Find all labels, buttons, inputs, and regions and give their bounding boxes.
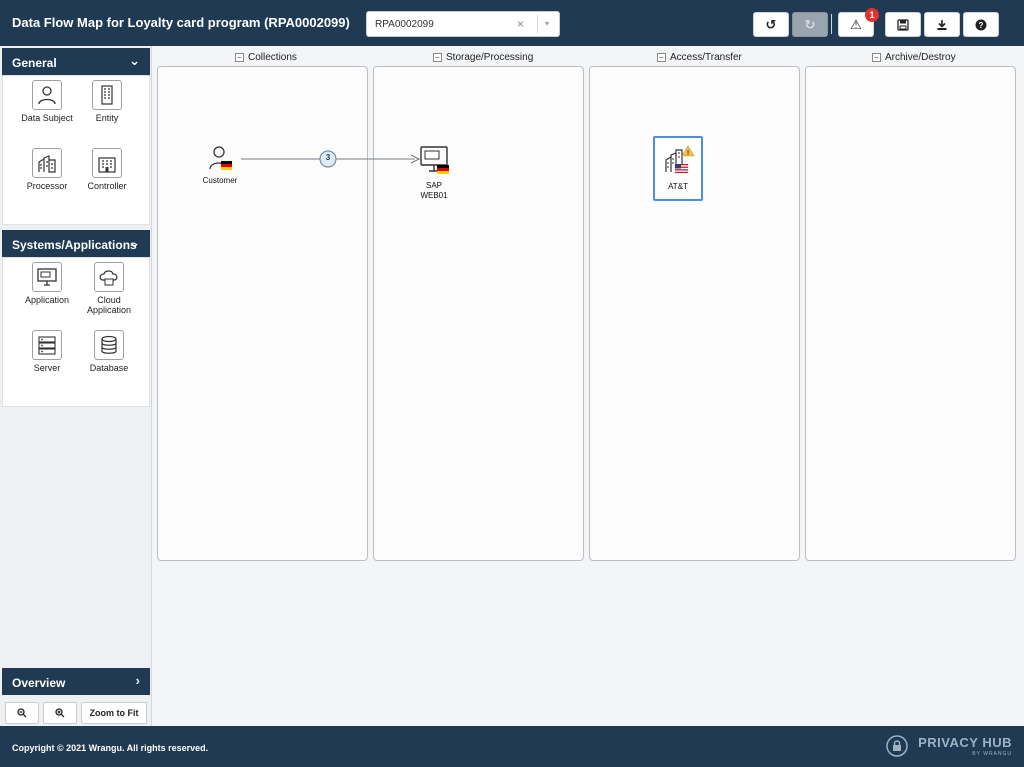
monitor-icon [32, 262, 62, 292]
zoom-out-button[interactable] [5, 702, 39, 724]
cloud-icon [94, 262, 124, 292]
building-icon [92, 80, 122, 110]
chevron-right-icon: › [135, 673, 140, 688]
chevron-down-icon: ⌄ [129, 235, 140, 250]
warning-icon: ⚠ [850, 16, 862, 32]
palette-label: Entity [95, 113, 119, 123]
brand-name: PRIVACY HUB [918, 735, 1012, 750]
person-icon [209, 146, 232, 170]
palette-item-application[interactable]: Application [17, 262, 77, 305]
redo-button[interactable]: ↻ [792, 12, 828, 37]
app-footer: Copyright © 2021 Wrangu. All rights rese… [0, 726, 1024, 767]
person-icon [32, 80, 62, 110]
palette-item-database[interactable]: Database [79, 330, 139, 373]
database-icon [94, 330, 124, 360]
brand-subtitle: BY WRANGU [972, 751, 1012, 757]
download-icon [937, 19, 947, 30]
factory-icon [32, 148, 62, 178]
node-att[interactable]: ! AT&T [653, 136, 703, 201]
undo-button[interactable]: ↺ [753, 12, 789, 37]
help-button[interactable]: ? [963, 12, 999, 37]
palette-item-entity[interactable]: Entity [77, 80, 137, 123]
zoom-to-fit-button[interactable]: Zoom to Fit [81, 702, 147, 724]
app-header: Data Flow Map for Loyalty card program (… [0, 0, 1024, 46]
chevron-down-icon: ⌄ [129, 53, 140, 68]
redo-icon: ↻ [804, 16, 816, 32]
node-sap-web01[interactable]: SAP WEB01 [409, 145, 459, 200]
help-icon: ? [975, 19, 987, 30]
alert-count-badge: 1 [865, 8, 879, 22]
palette-item-controller[interactable]: Controller [77, 148, 137, 191]
general-panel-header[interactable]: General ⌄ [2, 48, 150, 75]
palette-label: Cloud Application [86, 295, 132, 315]
palette-label: Application [24, 295, 70, 305]
rpa-select-value: RPA0002099 [375, 19, 434, 30]
rpa-select[interactable]: RPA0002099 × ▾ [366, 11, 560, 37]
node-label: Customer [202, 176, 238, 185]
svg-text:!: ! [687, 150, 689, 157]
zoom-in-icon [55, 708, 65, 718]
toolbar-divider [831, 14, 832, 34]
palette-item-data-subject[interactable]: Data Subject [17, 80, 77, 123]
palette-label: Processor [26, 181, 68, 191]
copyright-text: Copyright © 2021 Wrangu. All rights rese… [12, 743, 209, 753]
palette-label: Controller [87, 181, 127, 191]
office-icon [92, 148, 122, 178]
lock-icon [886, 735, 908, 757]
palette-item-server[interactable]: Server [17, 330, 77, 373]
palette-item-cloud-application[interactable]: Cloud Application [79, 262, 139, 315]
zoom-out-icon [17, 708, 27, 718]
select-divider [537, 15, 538, 33]
processor-icon: ! [665, 145, 695, 174]
monitor-icon [420, 146, 449, 174]
node-label: AT&T [668, 182, 688, 191]
systems-panel-label: Systems/Applications [12, 238, 137, 252]
server-icon [32, 330, 62, 360]
general-panel: Data Subject Entity Processor Controller [2, 75, 150, 225]
flow-connector[interactable] [153, 46, 1024, 246]
palette-label: Server [33, 363, 61, 373]
chevron-down-icon[interactable]: ▾ [545, 19, 549, 28]
systems-panel-header[interactable]: Systems/Applications ⌄ [2, 230, 150, 257]
svg-text:?: ? [979, 21, 984, 30]
overview-panel-header[interactable]: Overview › [2, 668, 150, 695]
save-button[interactable] [885, 12, 921, 37]
node-label: WEB01 [420, 191, 448, 200]
palette-label: Database [89, 363, 129, 373]
save-icon [897, 18, 909, 31]
undo-icon: ↺ [765, 16, 777, 32]
page-title: Data Flow Map for Loyalty card program (… [12, 15, 350, 30]
overview-panel-label: Overview [12, 676, 66, 690]
palette-sidebar: General ⌄ Data Subject Entity Processor [0, 46, 152, 726]
clear-icon[interactable]: × [517, 17, 524, 31]
node-customer[interactable]: Customer [193, 144, 247, 185]
flow-canvas[interactable]: − Collections − Storage/Processing − Acc… [153, 46, 1024, 726]
palette-label: Data Subject [21, 113, 73, 123]
systems-panel: Application Cloud Application Server Dat… [2, 257, 150, 407]
palette-item-processor[interactable]: Processor [17, 148, 77, 191]
node-label: SAP [425, 181, 442, 190]
download-button[interactable] [924, 12, 960, 37]
flow-count-label[interactable]: 3 [321, 153, 335, 162]
zoom-in-button[interactable] [43, 702, 77, 724]
general-panel-label: General [12, 56, 57, 70]
